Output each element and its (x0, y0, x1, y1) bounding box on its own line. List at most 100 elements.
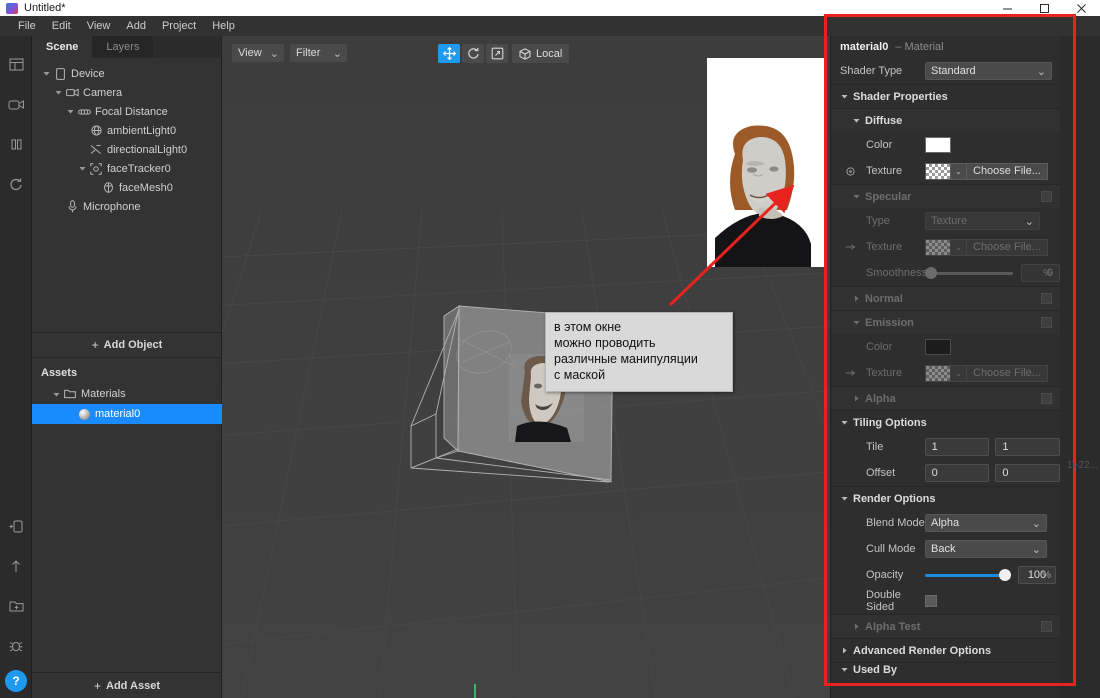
twisty-down-icon[interactable] (40, 70, 52, 77)
menu-file[interactable]: File (10, 16, 44, 36)
diffuse-color-row: Color (831, 132, 1060, 158)
device-preview-window[interactable] (707, 58, 825, 267)
normal-enable-checkbox[interactable] (1041, 293, 1052, 304)
twisty-down-icon[interactable] (64, 108, 76, 115)
offset-x-field[interactable]: 0 (925, 464, 990, 482)
diffuse-choose-file-button[interactable]: Choose File... (967, 163, 1048, 180)
section-shader-properties[interactable]: Shader Properties (831, 84, 1060, 108)
local-space-button[interactable]: Local (512, 44, 569, 63)
filter-dropdown[interactable]: Filter ⌄ (290, 44, 347, 62)
upload-icon[interactable] (0, 546, 32, 586)
add-object-button[interactable]: + Add Object (32, 332, 222, 358)
blend-mode-select[interactable]: Alpha ⌄ (925, 514, 1047, 532)
add-device-icon[interactable] (0, 506, 32, 546)
link-arrow-icon[interactable] (843, 243, 857, 251)
section-emission[interactable]: Emission (831, 310, 1060, 334)
section-advanced-render-options[interactable]: Advanced Render Options (831, 638, 1060, 662)
twisty-right-icon[interactable] (847, 395, 865, 402)
alpha-test-enable-checkbox[interactable] (1041, 621, 1052, 632)
section-render-options[interactable]: Render Options (831, 486, 1060, 510)
twisty-right-icon[interactable] (847, 295, 865, 302)
offset-y-field[interactable]: 0 (995, 464, 1060, 482)
section-alpha[interactable]: Alpha (831, 386, 1060, 410)
twisty-down-icon[interactable] (835, 419, 853, 426)
emission-choose-file-button[interactable]: Choose File... (967, 365, 1048, 382)
add-asset-button[interactable]: + Add Asset (32, 672, 222, 698)
section-diffuse[interactable]: Diffuse (831, 108, 1060, 132)
cull-mode-select[interactable]: Back ⌄ (925, 540, 1047, 558)
specular-type-select[interactable]: Texture ⌄ (925, 212, 1040, 230)
section-specular[interactable]: Specular (831, 184, 1060, 208)
menu-add[interactable]: Add (118, 16, 154, 36)
asset-item-material0[interactable]: material0 (32, 404, 222, 424)
minimize-button[interactable] (989, 0, 1026, 16)
help-button[interactable]: ? (5, 670, 27, 692)
specular-texture-swatch[interactable] (925, 239, 951, 256)
chevron-down-icon[interactable]: ⌄ (951, 239, 967, 256)
chevron-down-icon[interactable]: ⌄ (951, 365, 967, 382)
tree-item-face-tracker[interactable]: faceTracker0 (32, 159, 221, 178)
menu-help[interactable]: Help (204, 16, 243, 36)
link-arrow-icon[interactable] (843, 167, 857, 176)
twisty-down-icon[interactable] (835, 495, 853, 502)
tab-scene[interactable]: Scene (32, 36, 92, 58)
bug-icon[interactable] (0, 626, 32, 666)
diffuse-color-swatch[interactable] (925, 137, 951, 153)
twisty-down-icon[interactable] (50, 391, 62, 398)
tile-y-field[interactable]: 1 (995, 438, 1060, 456)
close-button[interactable] (1063, 0, 1100, 16)
twisty-down-icon[interactable] (847, 193, 865, 200)
move-tool[interactable] (438, 44, 460, 63)
tree-item-face-mesh[interactable]: faceMesh0 (32, 178, 221, 197)
double-sided-checkbox[interactable] (925, 595, 937, 607)
link-arrow-icon[interactable] (843, 369, 857, 377)
video-camera-icon[interactable] (0, 84, 32, 124)
twisty-down-icon[interactable] (76, 165, 88, 172)
twisty-down-icon[interactable] (835, 93, 853, 100)
emission-color-swatch[interactable] (925, 339, 951, 355)
emission-enable-checkbox[interactable] (1041, 317, 1052, 328)
tile-x-field[interactable]: 1 (925, 438, 990, 456)
tab-layers[interactable]: Layers (92, 36, 153, 58)
section-alpha-test[interactable]: Alpha Test (831, 614, 1060, 638)
scale-tool[interactable] (486, 44, 508, 63)
section-normal[interactable]: Normal (831, 286, 1060, 310)
section-tiling-options[interactable]: Tiling Options (831, 410, 1060, 434)
tree-item-directional-light[interactable]: directionalLight0 (32, 140, 221, 159)
tree-item-microphone[interactable]: Microphone (32, 197, 221, 216)
twisty-right-icon[interactable] (847, 623, 865, 630)
chevron-down-icon[interactable]: ⌄ (951, 163, 967, 180)
shader-type-select[interactable]: Standard ⌄ (925, 62, 1052, 80)
twisty-down-icon[interactable] (847, 117, 865, 124)
view-dropdown[interactable]: View ⌄ (232, 44, 284, 62)
twisty-down-icon[interactable] (52, 89, 64, 96)
alpha-enable-checkbox[interactable] (1041, 393, 1052, 404)
tree-item-device[interactable]: Device (32, 64, 221, 83)
specular-choose-file-button[interactable]: Choose File... (967, 239, 1048, 256)
opacity-slider[interactable] (925, 566, 1010, 584)
asset-folder-materials[interactable]: Materials (32, 384, 222, 404)
tree-item-ambient-light[interactable]: ambientLight0 (32, 121, 221, 140)
add-folder-icon[interactable] (0, 586, 32, 626)
rotate-tool[interactable] (462, 44, 484, 63)
panel-layout-icon[interactable] (0, 44, 32, 84)
pause-icon[interactable] (0, 124, 32, 164)
tree-item-focal-distance[interactable]: Focal Distance (32, 102, 221, 121)
diffuse-texture-swatch[interactable] (925, 163, 951, 180)
menu-edit[interactable]: Edit (44, 16, 79, 36)
menu-view[interactable]: View (79, 16, 119, 36)
twisty-right-icon[interactable] (835, 647, 853, 654)
tree-item-camera[interactable]: Camera (32, 83, 221, 102)
maximize-button[interactable] (1026, 0, 1063, 16)
menu-project[interactable]: Project (154, 16, 204, 36)
specular-enable-checkbox[interactable] (1041, 191, 1052, 202)
focal-distance-icon (76, 108, 92, 116)
smoothness-value-field[interactable]: 0 (1021, 264, 1060, 282)
section-used-by[interactable]: Used By (831, 662, 1060, 676)
smoothness-slider[interactable] (925, 264, 1013, 282)
recording-loop-icon[interactable] (0, 164, 32, 204)
emission-texture-swatch[interactable] (925, 365, 951, 382)
assets-tree: Materials material0 (32, 384, 222, 424)
twisty-down-icon[interactable] (835, 666, 853, 673)
twisty-down-icon[interactable] (847, 319, 865, 326)
